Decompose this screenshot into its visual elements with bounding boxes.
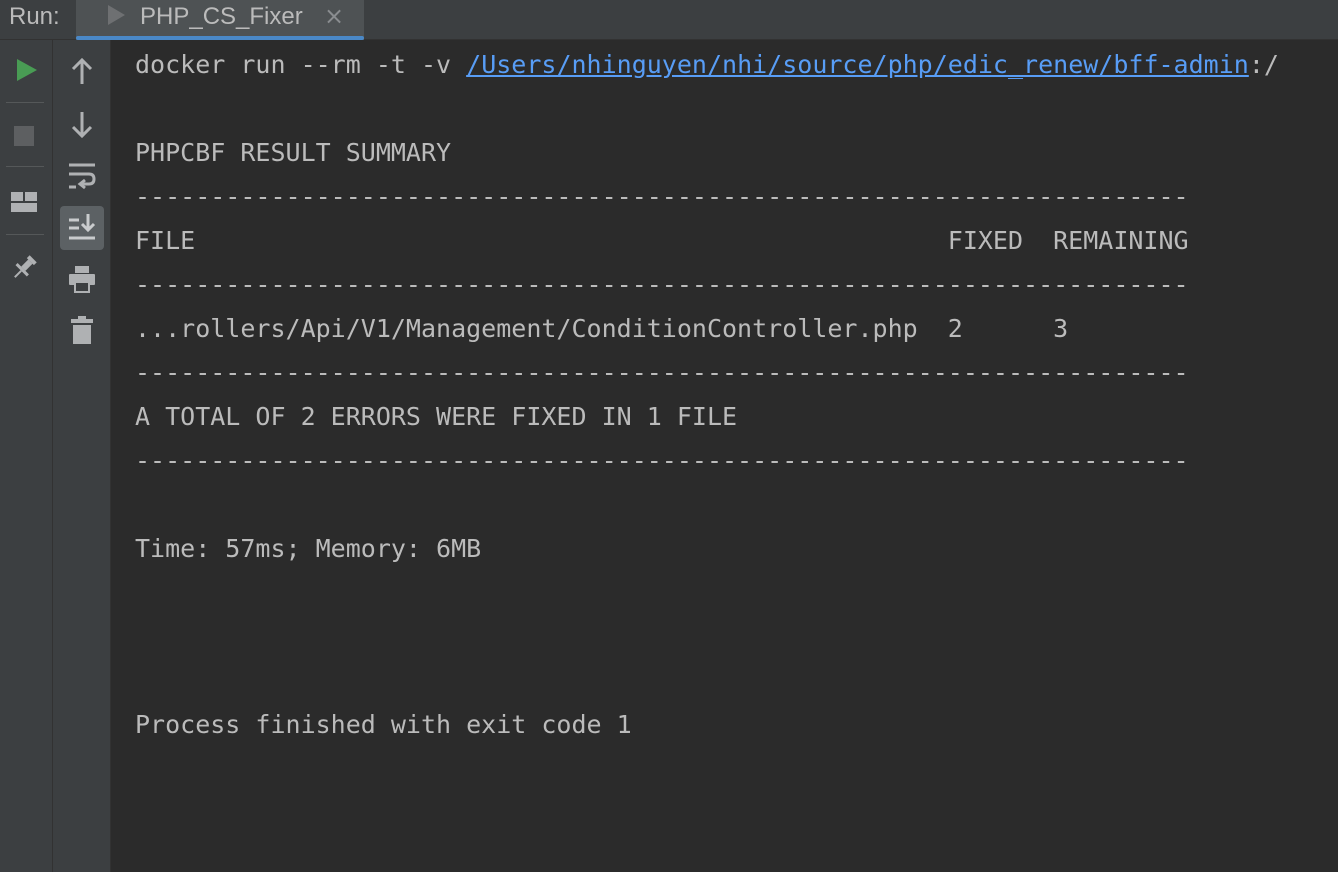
layout-icon[interactable] xyxy=(10,190,38,214)
divider: ----------------------------------------… xyxy=(135,182,1189,211)
print-icon[interactable] xyxy=(67,264,97,294)
file-result-row: ...rollers/Api/V1/Management/ConditionCo… xyxy=(135,314,1068,344)
scroll-to-end-button[interactable] xyxy=(60,206,104,250)
trash-icon[interactable] xyxy=(69,314,95,346)
up-arrow-icon[interactable] xyxy=(69,56,95,86)
tab-php-cs-fixer[interactable]: PHP_CS_Fixer × xyxy=(76,0,364,40)
volume-path-link[interactable]: /Users/nhinguyen/nhi/source/php/edic_ren… xyxy=(466,50,1249,79)
close-tab-icon[interactable]: × xyxy=(324,4,344,28)
console-toolbar xyxy=(53,40,111,872)
divider: ----------------------------------------… xyxy=(135,446,1189,475)
fixed-count: 2 xyxy=(947,314,963,343)
run-toolbar xyxy=(0,40,53,872)
run-config-icon xyxy=(108,5,125,25)
remaining-count: 3 xyxy=(1053,314,1069,343)
exit-code-line: Process finished with exit code 1 xyxy=(135,710,632,739)
tab-label: PHP_CS_Fixer xyxy=(140,3,303,30)
divider: ----------------------------------------… xyxy=(135,358,1189,387)
toolbar-separator xyxy=(6,234,44,235)
time-memory-line: Time: 57ms; Memory: 6MB xyxy=(135,534,482,563)
command-suffix: :/ xyxy=(1248,50,1279,79)
file-path: ...rollers/Api/V1/Management/ConditionCo… xyxy=(135,314,918,343)
stop-icon[interactable] xyxy=(12,124,36,148)
pin-icon[interactable] xyxy=(8,252,40,284)
divider: ----------------------------------------… xyxy=(135,270,1189,299)
toolbar-separator xyxy=(6,166,44,167)
soft-wrap-icon[interactable] xyxy=(67,160,97,192)
scroll-to-end-icon xyxy=(69,214,96,240)
rerun-icon[interactable] xyxy=(12,56,40,84)
run-label: Run: xyxy=(9,3,60,30)
summary-title: PHPCBF RESULT SUMMARY xyxy=(135,138,452,167)
console-output[interactable]: docker run --rm -t -v /Users/nhinguyen/n… xyxy=(111,40,1338,872)
run-tool-window-header: Run: PHP_CS_Fixer × xyxy=(0,0,1338,40)
toolbar-separator xyxy=(6,102,44,103)
command-line: docker run --rm -t -v /Users/nhinguyen/n… xyxy=(135,50,1279,80)
command-text: docker run --rm -t -v xyxy=(135,50,467,79)
table-header-row: FILE FIXED REMAINING xyxy=(135,226,1189,255)
down-arrow-icon[interactable] xyxy=(69,110,95,140)
total-summary: A TOTAL OF 2 ERRORS WERE FIXED IN 1 FILE xyxy=(135,402,738,431)
